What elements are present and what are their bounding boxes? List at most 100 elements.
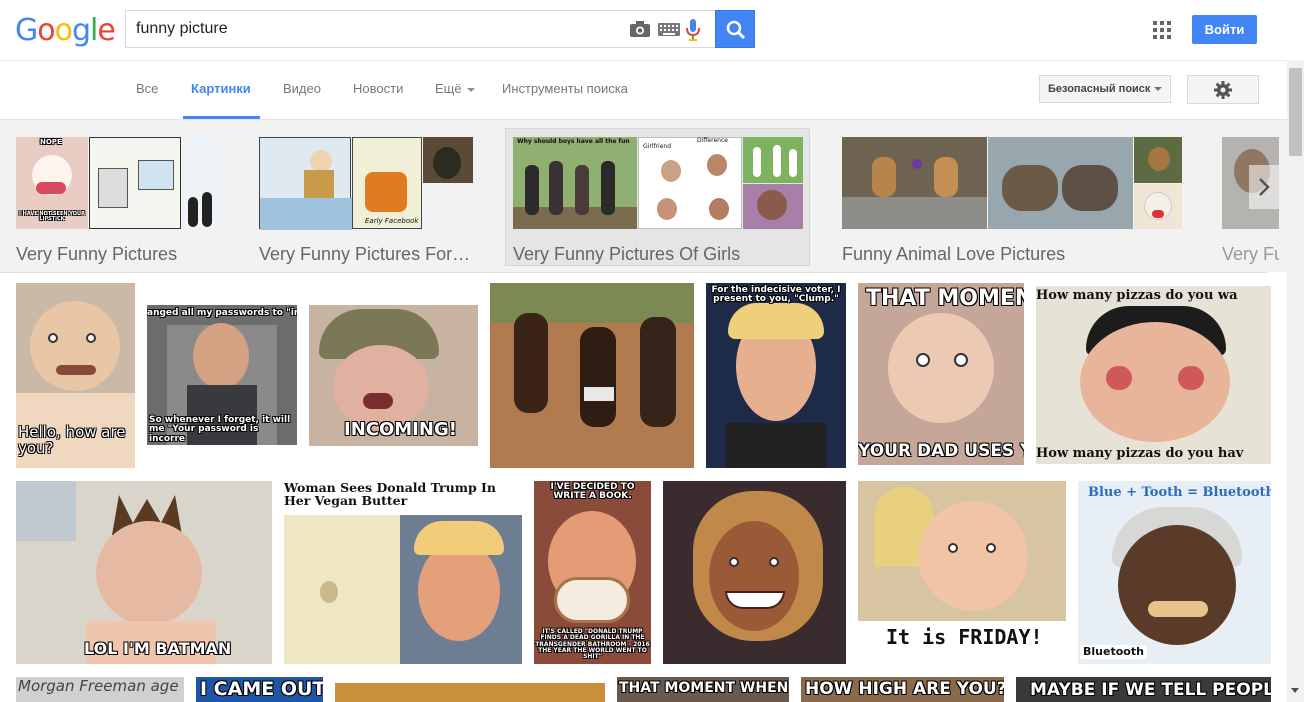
- image-result[interactable]: For the indecisive voter, I present to y…: [706, 283, 846, 468]
- thumb-caption: Why should boys have all the fun: [517, 138, 630, 145]
- search-button[interactable]: [715, 10, 755, 48]
- top-bar: Google funny picture Войти: [0, 0, 1304, 60]
- image-result[interactable]: [490, 283, 694, 468]
- image-caption: Hello, how are you?: [18, 423, 126, 457]
- image-result[interactable]: Morgan Freeman age 8: [16, 677, 184, 702]
- related-search-card-selected[interactable]: Why should boys have all the fun Girlfri…: [505, 128, 810, 266]
- tab-more[interactable]: Ещё: [435, 81, 475, 96]
- search-icon: [726, 20, 746, 40]
- tab-all[interactable]: Все: [136, 81, 158, 96]
- related-search-label: Very Funny Pictures For…: [259, 244, 471, 264]
- tab-video[interactable]: Видео: [283, 81, 321, 96]
- image-result[interactable]: [663, 481, 846, 664]
- image-caption: YOUR DAD USES YOUR: [858, 441, 1024, 461]
- image-result[interactable]: I CAME OUT OF: [196, 677, 323, 702]
- search-input[interactable]: funny picture: [125, 10, 715, 48]
- gear-icon: [1214, 81, 1232, 99]
- related-thumb: [842, 137, 987, 229]
- tab-news[interactable]: Новости: [353, 81, 403, 96]
- camera-icon[interactable]: [630, 21, 650, 37]
- related-search-card[interactable]: NOPE I HAVE NOT SEEN YOUR LIPSTICK Very …: [16, 129, 221, 265]
- image-caption: So whenever I forget, it will me "Your p…: [149, 415, 291, 444]
- image-result[interactable]: HOW HIGH ARE YOU?: [801, 677, 1004, 702]
- related-thumb: [259, 137, 352, 230]
- related-thumb: [182, 137, 220, 229]
- related-thumb: [423, 137, 473, 229]
- image-caption: How many pizzas do you hav: [1036, 446, 1244, 461]
- image-caption: It is FRIDAY!: [886, 625, 1043, 649]
- image-caption: MAYBE IF WE TELL PEOPLE THE: [1030, 680, 1271, 700]
- microphone-icon[interactable]: [686, 19, 700, 41]
- sign-in-button[interactable]: Войти: [1192, 15, 1257, 44]
- related-thumb: [1134, 137, 1182, 183]
- logo-letter: e: [97, 13, 115, 48]
- related-thumb: NOPE I HAVE NOT SEEN YOUR LIPSTICK: [16, 137, 88, 229]
- image-caption: HOW HIGH ARE YOU?: [805, 679, 1004, 699]
- chevron-down-icon: [1154, 87, 1162, 91]
- scrollbar-thumb[interactable]: [1289, 68, 1302, 156]
- image-caption: INCOMING!: [344, 419, 457, 440]
- logo-letter: l: [90, 13, 98, 48]
- keyboard-icon[interactable]: [658, 23, 680, 36]
- image-result[interactable]: Woman Sees Donald Trump In Her Vegan But…: [284, 481, 522, 664]
- image-caption: Morgan Freeman age 8: [18, 677, 184, 695]
- thumb-caption: Early Facebook: [365, 217, 419, 225]
- related-thumb: [988, 137, 1133, 229]
- related-thumb: [743, 137, 803, 183]
- google-logo[interactable]: Google: [15, 13, 116, 48]
- image-caption: anged all my passwords to "incorre: [147, 308, 297, 318]
- divider: [0, 272, 1267, 273]
- related-search-card[interactable]: Early Facebook Very Funny Pictures For…: [259, 129, 473, 265]
- image-result[interactable]: [335, 683, 605, 702]
- image-caption: IT'S CALLED "DONALD TRUMP FINDS A DEAD G…: [535, 628, 650, 661]
- logo-letter: g: [71, 13, 91, 48]
- page-scrollbar[interactable]: [1287, 60, 1304, 702]
- logo-letter: G: [15, 13, 38, 48]
- related-search-label: Very Funny Pictures: [16, 244, 178, 264]
- image-result[interactable]: THAT MOMENT WHEN YOU: [617, 677, 789, 702]
- settings-button[interactable]: [1187, 75, 1259, 104]
- tab-search-tools[interactable]: Инструменты поиска: [502, 81, 628, 96]
- image-result[interactable]: MAYBE IF WE TELL PEOPLE THE: [1016, 677, 1271, 702]
- image-caption: THAT MOMENT: [866, 286, 1024, 311]
- image-caption: Bluetooth: [1080, 645, 1147, 659]
- image-caption: Blue + Tooth = Bluetooth: [1088, 485, 1271, 500]
- related-next-button[interactable]: [1249, 165, 1279, 209]
- image-caption: For the indecisive voter, I present to y…: [711, 285, 841, 305]
- image-result[interactable]: INCOMING!: [309, 305, 478, 446]
- related-thumb: Early Facebook: [352, 137, 422, 229]
- image-caption: LOL I'M BATMAN: [84, 639, 232, 658]
- image-result[interactable]: How many pizzas do you wa How many pizza…: [1036, 286, 1271, 464]
- related-searches-strip: NOPE I HAVE NOT SEEN YOUR LIPSTICK Very …: [0, 120, 1287, 272]
- image-result[interactable]: It is FRIDAY!: [858, 481, 1066, 664]
- image-result[interactable]: Hello, how are you?: [16, 283, 135, 468]
- related-search-label: Very Funny Pictures Of Girls: [513, 244, 741, 264]
- related-search-label: Very Fu: [1222, 244, 1279, 264]
- image-caption: I CAME OUT OF: [200, 678, 323, 700]
- image-result[interactable]: THAT MOMENT YOUR DAD USES YOUR: [858, 283, 1024, 465]
- apps-grid-icon[interactable]: [1153, 21, 1171, 39]
- scroll-down-arrow-icon[interactable]: [1291, 688, 1299, 693]
- chevron-right-icon: [1259, 178, 1270, 196]
- logo-letter: o: [37, 13, 55, 48]
- image-result[interactable]: Blue + Tooth = Bluetooth Bluetooth: [1078, 481, 1271, 664]
- safe-search-label: Безопасный поиск: [1048, 83, 1151, 95]
- search-tabs-bar: Все Картинки Видео Новости Ещё Инструмен…: [0, 60, 1287, 120]
- thumb-caption: Girlfriend: [643, 143, 671, 150]
- related-thumb: Why should boys have all the fun: [513, 137, 637, 229]
- image-caption: I'VE DECIDED TO WRITE A BOOK.: [550, 482, 635, 502]
- tab-images[interactable]: Картинки: [191, 81, 251, 96]
- image-result[interactable]: I'VE DECIDED TO WRITE A BOOK. IT'S CALLE…: [534, 481, 651, 664]
- related-search-card[interactable]: Funny Animal Love Pictures: [842, 129, 1182, 265]
- search-query[interactable]: funny picture: [136, 20, 228, 38]
- related-thumb: Girlfriend Difference: [638, 137, 742, 229]
- related-thumb: [89, 137, 181, 229]
- related-search-label: Funny Animal Love Pictures: [842, 244, 1066, 264]
- related-thumb: [743, 184, 803, 229]
- image-result[interactable]: anged all my passwords to "incorre So wh…: [147, 305, 297, 445]
- active-tab-indicator: [183, 116, 260, 119]
- thumb-caption: NOPE: [40, 138, 62, 146]
- image-result[interactable]: LOL I'M BATMAN: [16, 481, 272, 664]
- image-caption: Woman Sees Donald Trump In Her Vegan But…: [284, 481, 496, 509]
- safe-search-dropdown[interactable]: Безопасный поиск: [1039, 75, 1171, 103]
